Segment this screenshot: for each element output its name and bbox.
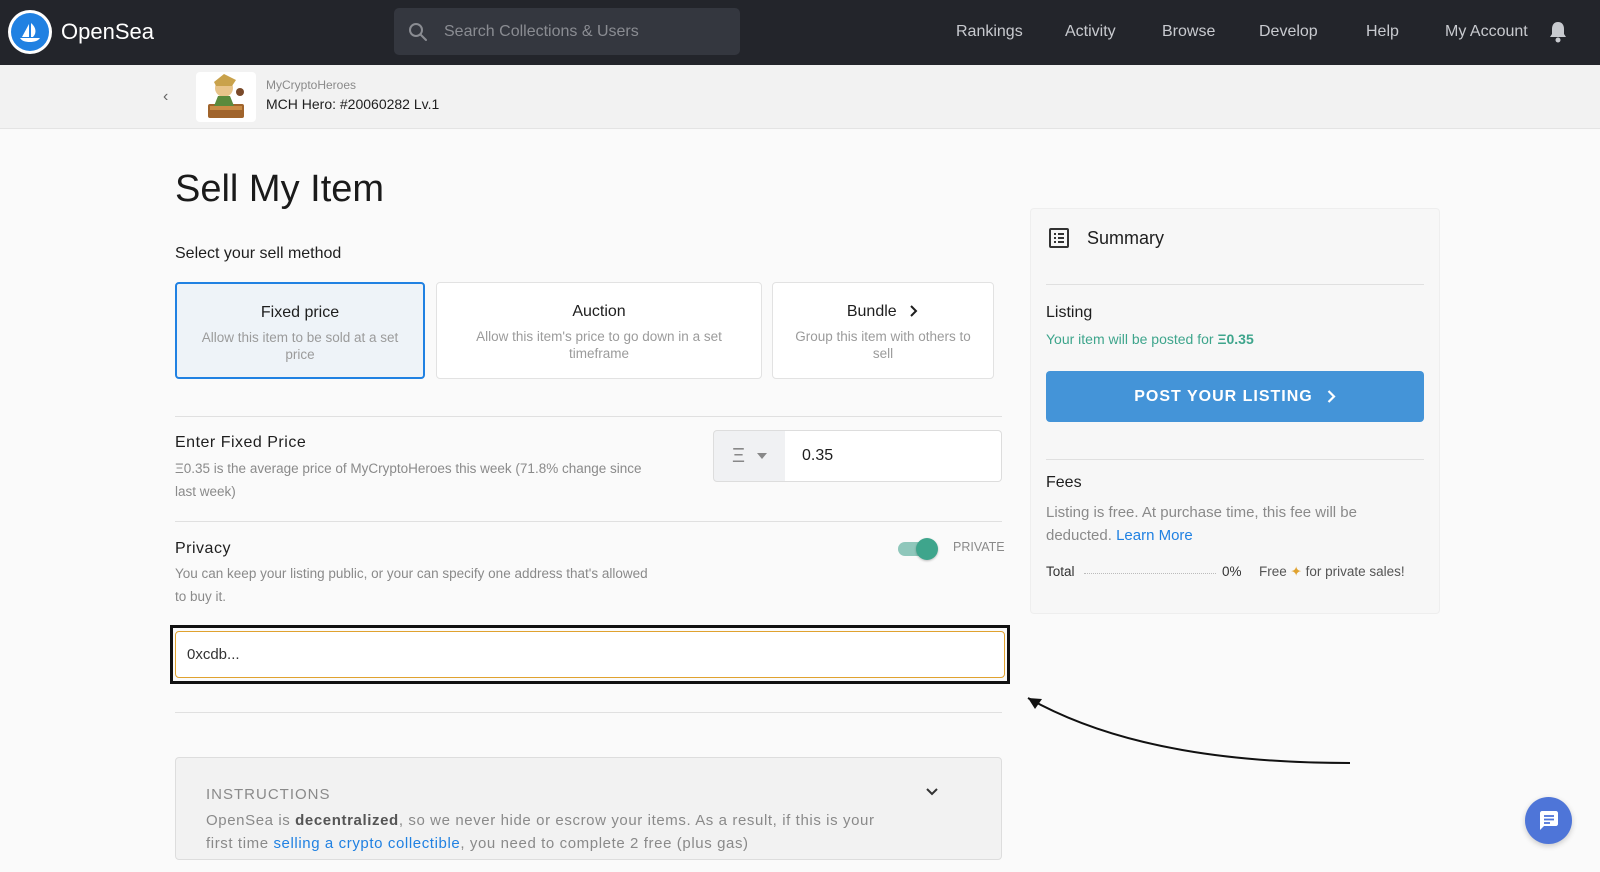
learn-more-link[interactable]: Learn More bbox=[1116, 527, 1193, 544]
listing-text: Your item will be posted for Ξ0.35 bbox=[1046, 331, 1254, 347]
method-desc: Allow this item to be sold at a set pric… bbox=[201, 330, 399, 362]
brand-name[interactable]: OpenSea bbox=[61, 19, 154, 45]
fees-desc: Listing is free. At purchase time, this … bbox=[1046, 504, 1357, 544]
dotted-leader bbox=[1084, 573, 1216, 574]
item-thumbnail[interactable] bbox=[196, 72, 256, 122]
collection-name[interactable]: MyCryptoHeroes bbox=[266, 78, 356, 92]
instructions-title: INSTRUCTIONS bbox=[206, 786, 331, 803]
divider bbox=[175, 416, 1002, 417]
divider bbox=[175, 712, 1002, 713]
currency-symbol: Ξ bbox=[732, 444, 745, 467]
nav-rankings[interactable]: Rankings bbox=[956, 23, 1023, 41]
price-input[interactable]: 0.35 bbox=[785, 430, 1002, 482]
total-label: Total bbox=[1046, 564, 1075, 579]
summary-panel: Summary Listing Your item will be posted… bbox=[1030, 208, 1440, 614]
method-auction[interactable]: Auction Allow this item's price to go do… bbox=[436, 282, 762, 379]
chat-icon bbox=[1539, 810, 1558, 830]
instructions-panel: INSTRUCTIONS OpenSea is decentralized, s… bbox=[175, 757, 1002, 860]
search-box[interactable] bbox=[394, 8, 740, 55]
nav-help[interactable]: Help bbox=[1366, 23, 1399, 41]
search-input[interactable] bbox=[444, 8, 729, 55]
item-name: MCH Hero: #20060282 Lv.1 bbox=[266, 96, 440, 112]
chevron-right-icon bbox=[1327, 390, 1336, 403]
chevron-down-icon bbox=[757, 453, 767, 459]
method-title: Fixed price bbox=[260, 304, 340, 321]
method-desc: Group this item with others to sell bbox=[795, 329, 971, 361]
instructions-text: OpenSea is decentralized, so we never hi… bbox=[206, 812, 875, 852]
nav-my-account[interactable]: My Account bbox=[1445, 23, 1528, 41]
listing-price: Ξ0.35 bbox=[1217, 331, 1254, 347]
bell-icon[interactable] bbox=[1548, 21, 1568, 43]
search-icon bbox=[409, 23, 427, 41]
page-title: Sell My Item bbox=[175, 168, 385, 210]
post-listing-button[interactable]: POST YOUR LISTING bbox=[1046, 371, 1424, 422]
fees-label: Fees bbox=[1046, 474, 1082, 491]
divider bbox=[175, 521, 1002, 522]
nav-develop[interactable]: Develop bbox=[1259, 23, 1318, 41]
total-free-note: Free ✦ for private sales! bbox=[1259, 564, 1405, 579]
opensea-logo-icon[interactable] bbox=[8, 10, 52, 54]
item-breadcrumb-bar: ‹ MyCryptoHeroes MCH Hero: #20060282 Lv.… bbox=[0, 65, 1600, 129]
selling-link[interactable]: selling a crypto collectible bbox=[273, 835, 460, 852]
nav-browse[interactable]: Browse bbox=[1162, 23, 1215, 41]
fixed-price-desc: Ξ0.35 is the average price of MyCryptoHe… bbox=[175, 461, 642, 499]
top-navbar: OpenSea Rankings Activity Browse Develop… bbox=[0, 0, 1600, 65]
method-title-text: Bundle bbox=[846, 303, 897, 320]
privacy-toggle[interactable] bbox=[898, 538, 938, 560]
method-title: Auction bbox=[572, 303, 626, 320]
total-percent: 0% bbox=[1222, 564, 1242, 579]
listing-label: Listing bbox=[1046, 304, 1093, 321]
fixed-price-title: Enter Fixed Price bbox=[175, 434, 307, 451]
method-fixed-price[interactable]: Fixed price Allow this item to be sold a… bbox=[175, 282, 425, 379]
summary-list-icon bbox=[1049, 228, 1069, 248]
method-bundle[interactable]: Bundle Group this item with others to se… bbox=[772, 282, 994, 379]
divider bbox=[1046, 459, 1424, 460]
privacy-title: Privacy bbox=[175, 540, 231, 557]
method-title: Bundle bbox=[773, 303, 993, 321]
sell-method-label: Select your sell method bbox=[175, 245, 342, 262]
buyer-address-input[interactable]: 0xcdb... bbox=[175, 631, 1005, 678]
method-desc: Allow this item's price to go down in a … bbox=[476, 329, 722, 361]
privacy-toggle-label: PRIVATE bbox=[953, 540, 1005, 554]
total-row: Total 0% Free ✦ for private sales! bbox=[1046, 564, 1424, 579]
divider bbox=[1046, 284, 1424, 285]
currency-select[interactable]: Ξ bbox=[713, 430, 786, 482]
back-chevron-icon[interactable]: ‹ bbox=[163, 88, 168, 106]
nav-activity[interactable]: Activity bbox=[1065, 23, 1116, 41]
chevron-right-icon bbox=[910, 305, 918, 317]
summary-title: Summary bbox=[1087, 228, 1165, 248]
privacy-desc: You can keep your listing public, or you… bbox=[175, 566, 648, 604]
post-listing-label: POST YOUR LISTING bbox=[1134, 387, 1313, 405]
chat-button[interactable] bbox=[1525, 797, 1572, 844]
annotation-arrow bbox=[1027, 697, 1351, 764]
chevron-down-icon[interactable] bbox=[926, 788, 938, 796]
party-icon: ✦ bbox=[1290, 564, 1302, 579]
